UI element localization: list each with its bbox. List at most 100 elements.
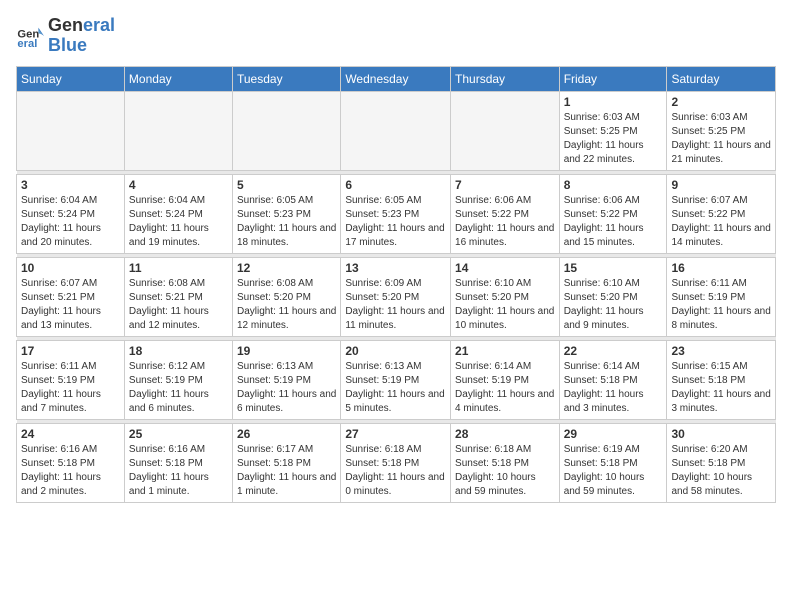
day-cell: 23 Sunrise: 6:15 AM Sunset: 5:18 PM Dayli… <box>667 340 776 419</box>
day-number: 23 <box>671 344 771 358</box>
day-cell: 13 Sunrise: 6:09 AM Sunset: 5:20 PM Dayli… <box>341 257 451 336</box>
day-cell: 26Sunrise: 6:17 AM Sunset: 5:18 PM Dayli… <box>233 423 341 502</box>
day-info: Sunrise: 6:14 AM Sunset: 5:19 PM Dayligh… <box>455 360 555 416</box>
day-number: 22 <box>564 344 663 358</box>
day-cell: 4 Sunrise: 6:04 AM Sunset: 5:24 PM Daylig… <box>124 174 232 253</box>
day-number: 5 <box>237 178 336 192</box>
day-cell: 2 Sunrise: 6:03 AM Sunset: 5:25 PM Daylig… <box>667 91 776 170</box>
weekday-header-thursday: Thursday <box>451 66 560 91</box>
day-number: 30 <box>671 427 771 441</box>
day-cell: 17Sunrise: 6:11 AM Sunset: 5:19 PM Dayli… <box>17 340 125 419</box>
day-info: Sunrise: 6:04 AM Sunset: 5:24 PM Dayligh… <box>21 194 120 250</box>
day-info: Sunrise: 6:06 AM Sunset: 5:22 PM Dayligh… <box>455 194 555 250</box>
weekday-header-tuesday: Tuesday <box>233 66 341 91</box>
day-cell: 9 Sunrise: 6:07 AM Sunset: 5:22 PM Daylig… <box>667 174 776 253</box>
day-cell <box>341 91 451 170</box>
week-row-4: 17Sunrise: 6:11 AM Sunset: 5:19 PM Dayli… <box>17 340 776 419</box>
day-cell: 8 Sunrise: 6:06 AM Sunset: 5:22 PM Daylig… <box>559 174 667 253</box>
day-number: 15 <box>564 261 663 275</box>
day-info: Sunrise: 6:08 AM Sunset: 5:21 PM Dayligh… <box>129 277 228 333</box>
day-cell <box>17 91 125 170</box>
day-cell: 28 Sunrise: 6:18 AM Sunset: 5:18 PM Dayli… <box>451 423 560 502</box>
day-number: 21 <box>455 344 555 358</box>
calendar: SundayMondayTuesdayWednesdayThursdayFrid… <box>16 66 776 503</box>
day-cell: 19 Sunrise: 6:13 AM Sunset: 5:19 PM Dayli… <box>233 340 341 419</box>
day-info: Sunrise: 6:17 AM Sunset: 5:18 PM Dayligh… <box>237 443 336 499</box>
week-row-1: 1 Sunrise: 6:03 AM Sunset: 5:25 PM Daylig… <box>17 91 776 170</box>
day-cell <box>233 91 341 170</box>
day-number: 28 <box>455 427 555 441</box>
day-info: Sunrise: 6:14 AM Sunset: 5:18 PM Dayligh… <box>564 360 663 416</box>
weekday-header-saturday: Saturday <box>667 66 776 91</box>
weekday-header-monday: Monday <box>124 66 232 91</box>
page-header: Gen eral General Blue <box>16 16 776 56</box>
day-info: Sunrise: 6:05 AM Sunset: 5:23 PM Dayligh… <box>345 194 446 250</box>
day-cell: 3Sunrise: 6:04 AM Sunset: 5:24 PM Daylig… <box>17 174 125 253</box>
day-cell: 5 Sunrise: 6:05 AM Sunset: 5:23 PM Daylig… <box>233 174 341 253</box>
day-number: 25 <box>129 427 228 441</box>
day-number: 18 <box>129 344 228 358</box>
day-number: 9 <box>671 178 771 192</box>
week-row-2: 3Sunrise: 6:04 AM Sunset: 5:24 PM Daylig… <box>17 174 776 253</box>
day-info: Sunrise: 6:10 AM Sunset: 5:20 PM Dayligh… <box>455 277 555 333</box>
day-number: 11 <box>129 261 228 275</box>
day-info: Sunrise: 6:11 AM Sunset: 5:19 PM Dayligh… <box>671 277 771 333</box>
day-number: 2 <box>671 95 771 109</box>
day-info: Sunrise: 6:13 AM Sunset: 5:19 PM Dayligh… <box>345 360 446 416</box>
day-number: 7 <box>455 178 555 192</box>
day-number: 20 <box>345 344 446 358</box>
day-number: 14 <box>455 261 555 275</box>
day-cell: 14 Sunrise: 6:10 AM Sunset: 5:20 PM Dayli… <box>451 257 560 336</box>
day-cell: 16 Sunrise: 6:11 AM Sunset: 5:19 PM Dayli… <box>667 257 776 336</box>
day-info: Sunrise: 6:19 AM Sunset: 5:18 PM Dayligh… <box>564 443 663 499</box>
weekday-header-row: SundayMondayTuesdayWednesdayThursdayFrid… <box>17 66 776 91</box>
day-cell <box>451 91 560 170</box>
weekday-header-wednesday: Wednesday <box>341 66 451 91</box>
day-cell: 27 Sunrise: 6:18 AM Sunset: 5:18 PM Dayli… <box>341 423 451 502</box>
day-info: Sunrise: 6:12 AM Sunset: 5:19 PM Dayligh… <box>129 360 228 416</box>
day-info: Sunrise: 6:04 AM Sunset: 5:24 PM Dayligh… <box>129 194 228 250</box>
day-info: Sunrise: 6:18 AM Sunset: 5:18 PM Dayligh… <box>455 443 555 499</box>
day-number: 29 <box>564 427 663 441</box>
day-cell: 1Sunrise: 6:03 AM Sunset: 5:25 PM Daylig… <box>559 91 667 170</box>
logo-text: General Blue <box>48 16 115 56</box>
day-info: Sunrise: 6:18 AM Sunset: 5:18 PM Dayligh… <box>345 443 446 499</box>
day-info: Sunrise: 6:09 AM Sunset: 5:20 PM Dayligh… <box>345 277 446 333</box>
day-info: Sunrise: 6:05 AM Sunset: 5:23 PM Dayligh… <box>237 194 336 250</box>
day-info: Sunrise: 6:11 AM Sunset: 5:19 PM Dayligh… <box>21 360 120 416</box>
day-number: 13 <box>345 261 446 275</box>
day-cell: 10Sunrise: 6:07 AM Sunset: 5:21 PM Dayli… <box>17 257 125 336</box>
day-cell: 22 Sunrise: 6:14 AM Sunset: 5:18 PM Dayli… <box>559 340 667 419</box>
logo-icon: Gen eral <box>16 22 44 50</box>
day-cell: 25 Sunrise: 6:16 AM Sunset: 5:18 PM Dayli… <box>124 423 232 502</box>
day-info: Sunrise: 6:06 AM Sunset: 5:22 PM Dayligh… <box>564 194 663 250</box>
day-cell: 30Sunrise: 6:20 AM Sunset: 5:18 PM Dayli… <box>667 423 776 502</box>
day-cell: 29 Sunrise: 6:19 AM Sunset: 5:18 PM Dayli… <box>559 423 667 502</box>
day-info: Sunrise: 6:03 AM Sunset: 5:25 PM Dayligh… <box>671 111 771 167</box>
day-number: 4 <box>129 178 228 192</box>
day-cell <box>124 91 232 170</box>
day-info: Sunrise: 6:08 AM Sunset: 5:20 PM Dayligh… <box>237 277 336 333</box>
day-number: 27 <box>345 427 446 441</box>
day-info: Sunrise: 6:16 AM Sunset: 5:18 PM Dayligh… <box>129 443 228 499</box>
day-info: Sunrise: 6:07 AM Sunset: 5:22 PM Dayligh… <box>671 194 771 250</box>
day-cell: 18 Sunrise: 6:12 AM Sunset: 5:19 PM Dayli… <box>124 340 232 419</box>
day-number: 6 <box>345 178 446 192</box>
day-number: 10 <box>21 261 120 275</box>
day-number: 8 <box>564 178 663 192</box>
day-cell: 12 Sunrise: 6:08 AM Sunset: 5:20 PM Dayli… <box>233 257 341 336</box>
day-number: 24 <box>21 427 120 441</box>
day-cell: 20 Sunrise: 6:13 AM Sunset: 5:19 PM Dayli… <box>341 340 451 419</box>
day-cell: 21 Sunrise: 6:14 AM Sunset: 5:19 PM Dayli… <box>451 340 560 419</box>
day-number: 12 <box>237 261 336 275</box>
day-number: 1 <box>564 95 663 109</box>
weekday-header-sunday: Sunday <box>17 66 125 91</box>
day-number: 19 <box>237 344 336 358</box>
day-cell: 6 Sunrise: 6:05 AM Sunset: 5:23 PM Daylig… <box>341 174 451 253</box>
day-number: 16 <box>671 261 771 275</box>
day-info: Sunrise: 6:15 AM Sunset: 5:18 PM Dayligh… <box>671 360 771 416</box>
weekday-header-friday: Friday <box>559 66 667 91</box>
day-info: Sunrise: 6:10 AM Sunset: 5:20 PM Dayligh… <box>564 277 663 333</box>
logo: Gen eral General Blue <box>16 16 115 56</box>
day-info: Sunrise: 6:13 AM Sunset: 5:19 PM Dayligh… <box>237 360 336 416</box>
